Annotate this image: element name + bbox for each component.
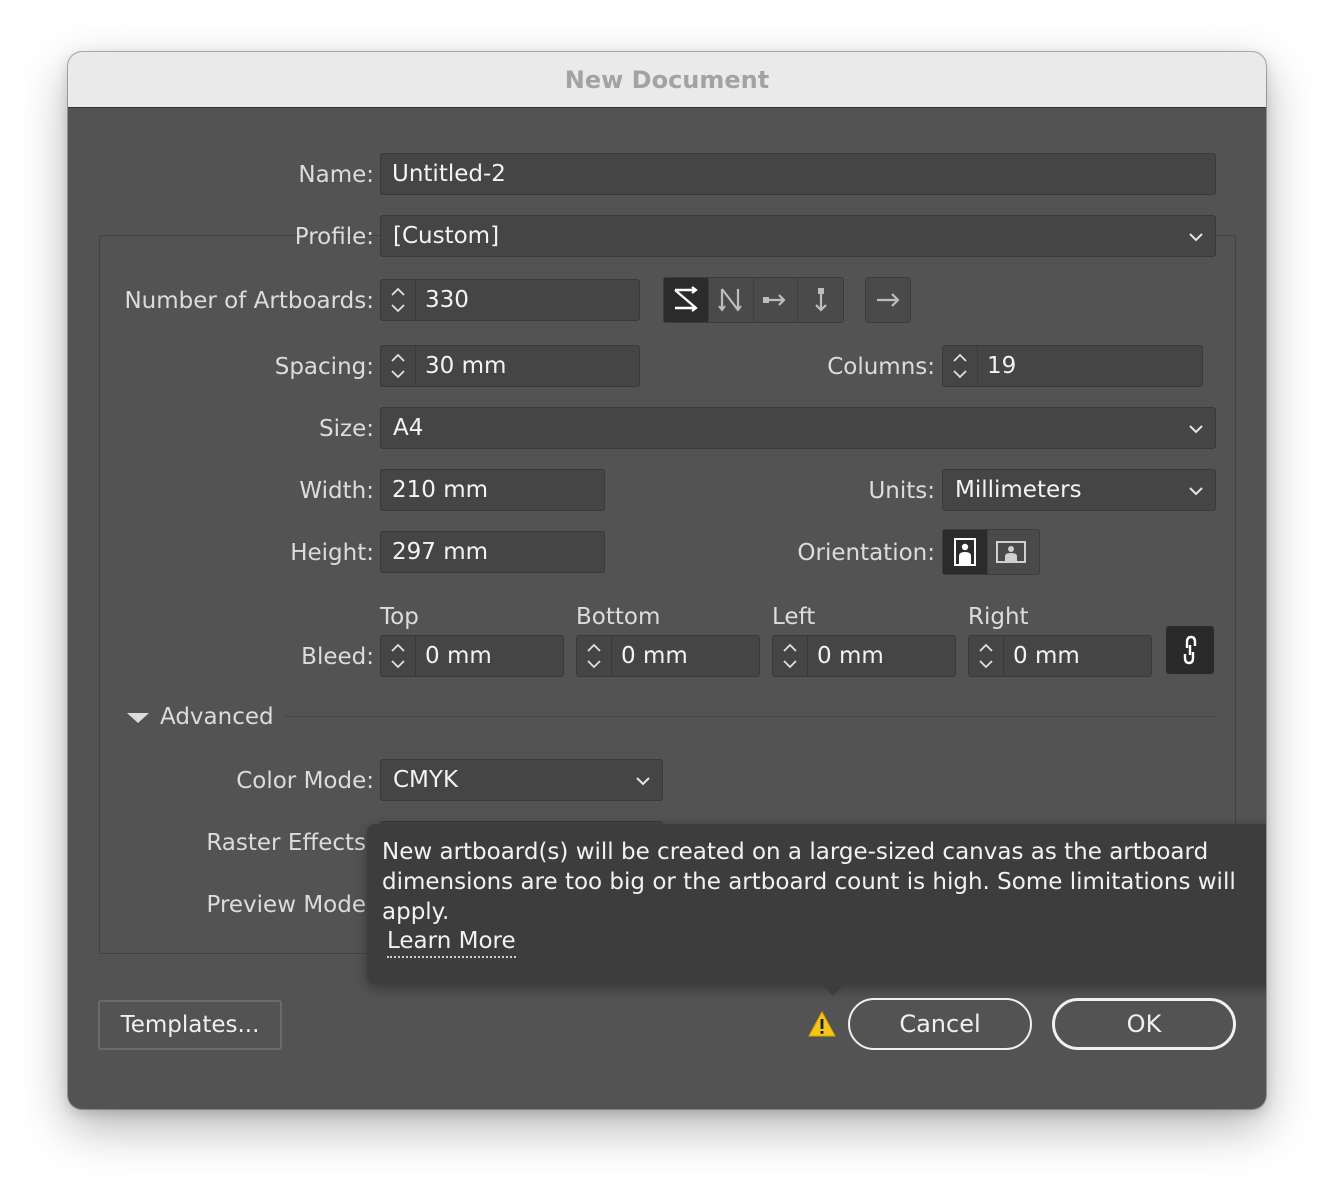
learn-more-link[interactable]: Learn More (387, 926, 516, 958)
name-input[interactable]: Untitled-2 (380, 153, 1216, 195)
bleed-top-value: 0 mm (425, 643, 492, 669)
bleed-bottom-value: 0 mm (621, 643, 688, 669)
raster-effects-label: Raster Effects (206, 830, 366, 856)
right-to-left-layout-icon[interactable] (866, 278, 910, 322)
profile-value: [Custom] (393, 223, 500, 249)
height-input[interactable]: 297 mm (380, 531, 605, 573)
artboards-label: Number of Artboards: (124, 288, 374, 314)
title-bar: New Document (68, 52, 1266, 108)
orientation-label: Orientation: (797, 540, 935, 566)
dialog-title: New Document (564, 65, 770, 94)
size-label: Size: (319, 416, 374, 442)
stepper-arrows-icon[interactable] (381, 346, 416, 386)
bleed-top-header: Top (380, 604, 419, 630)
units-label: Units: (868, 478, 935, 504)
color-mode-value: CMYK (393, 767, 459, 793)
columns-label: Columns: (827, 354, 935, 380)
bleed-bottom-header: Bottom (576, 604, 661, 630)
warning-tooltip: New artboard(s) will be created on a lar… (367, 824, 1266, 996)
color-mode-label: Color Mode: (236, 768, 374, 794)
orientation-toggle (942, 529, 1040, 575)
bleed-right-stepper[interactable]: 0 mm (968, 635, 1152, 677)
grid-by-column-icon[interactable] (709, 278, 754, 322)
bleed-label: Bleed: (301, 644, 374, 670)
chain-link-icon (1183, 635, 1197, 665)
chevron-down-icon (1189, 233, 1203, 242)
disclosure-triangle-icon (127, 713, 149, 723)
spacing-value: 30 mm (425, 353, 507, 379)
height-label: Height: (290, 540, 374, 566)
stepper-arrows-icon[interactable] (773, 636, 808, 676)
portrait-orientation-icon[interactable] (943, 530, 988, 574)
arrange-by-column-icon[interactable] (798, 278, 843, 322)
layout-direction-group (865, 277, 911, 323)
tooltip-arrow (819, 982, 847, 996)
warning-icon[interactable] (807, 1010, 837, 1038)
landscape-orientation-icon[interactable] (988, 530, 1033, 574)
chevron-down-icon (1189, 425, 1203, 434)
bleed-right-value: 0 mm (1013, 643, 1080, 669)
width-input[interactable]: 210 mm (380, 469, 605, 511)
tooltip-message: New artboard(s) will be created on a lar… (382, 839, 1236, 925)
units-value: Millimeters (955, 477, 1082, 503)
stepper-arrows-icon[interactable] (969, 636, 1004, 676)
chevron-down-icon (1189, 487, 1203, 496)
artboards-value: 330 (425, 287, 469, 313)
templates-button[interactable]: Templates... (98, 1000, 282, 1050)
artboard-layout-group (663, 277, 844, 323)
spacing-stepper[interactable]: 30 mm (380, 345, 640, 387)
columns-value: 19 (987, 353, 1017, 379)
name-label: Name: (298, 162, 374, 188)
arrange-by-row-icon[interactable] (754, 278, 799, 322)
units-dropdown[interactable]: Millimeters (942, 469, 1216, 511)
grid-by-row-icon[interactable] (664, 278, 709, 322)
advanced-divider (284, 716, 1216, 717)
ok-button[interactable]: OK (1052, 998, 1236, 1050)
chevron-down-icon (636, 777, 650, 786)
stepper-arrows-icon[interactable] (577, 636, 612, 676)
stepper-arrows-icon[interactable] (381, 636, 416, 676)
artboards-stepper[interactable]: 330 (380, 279, 640, 321)
bleed-bottom-stepper[interactable]: 0 mm (576, 635, 760, 677)
cancel-button[interactable]: Cancel (848, 998, 1032, 1050)
color-mode-dropdown[interactable]: CMYK (380, 759, 663, 801)
width-label: Width: (299, 478, 374, 504)
spacing-label: Spacing: (274, 354, 374, 380)
bleed-left-value: 0 mm (817, 643, 884, 669)
bleed-left-stepper[interactable]: 0 mm (772, 635, 956, 677)
bleed-top-stepper[interactable]: 0 mm (380, 635, 564, 677)
size-dropdown[interactable]: A4 (380, 407, 1216, 449)
new-document-dialog: New Document Name: Untitled-2 Profile: [… (68, 52, 1266, 1109)
profile-label: Profile: (294, 224, 374, 250)
bleed-left-header: Left (772, 604, 816, 630)
preview-mode-label: Preview Mode (206, 892, 366, 918)
stepper-arrows-icon[interactable] (943, 346, 978, 386)
link-bleed-button[interactable] (1166, 626, 1214, 674)
columns-stepper[interactable]: 19 (942, 345, 1203, 387)
size-value: A4 (393, 415, 424, 441)
bleed-right-header: Right (968, 604, 1029, 630)
profile-dropdown[interactable]: [Custom] (380, 215, 1216, 257)
advanced-label: Advanced (160, 704, 274, 730)
stepper-arrows-icon[interactable] (381, 280, 416, 320)
